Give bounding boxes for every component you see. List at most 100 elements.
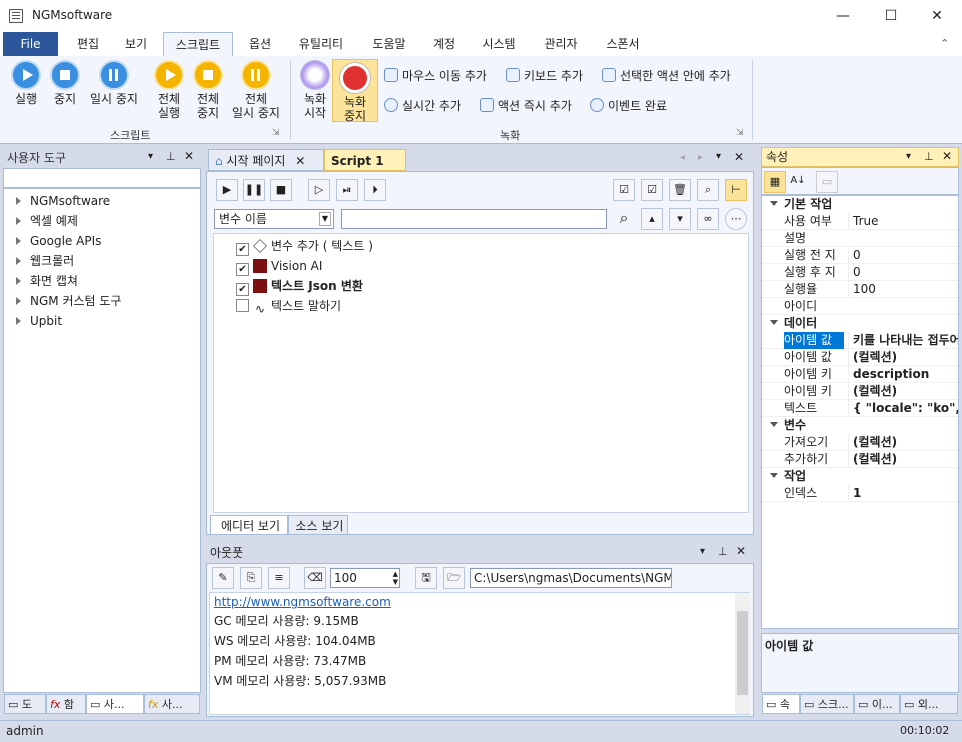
close-icon[interactable]: ✕ <box>914 0 960 32</box>
property-pages-icon[interactable]: ▭ <box>816 171 838 193</box>
menu-script[interactable]: 스크립트 <box>163 32 233 56</box>
stop-button[interactable]: 중지 <box>42 60 88 106</box>
tab-scroll-right-icon[interactable]: ▸ <box>698 152 703 163</box>
panel-dropdown-icon[interactable]: ▾ <box>906 151 911 162</box>
output-file-button[interactable]: ⎘ <box>240 567 262 589</box>
tree-item[interactable]: NGMsoftware <box>4 191 200 211</box>
script-node[interactable]: ∿ 텍스트 말하기 <box>236 296 748 316</box>
menu-utility[interactable]: 유틸리티 <box>290 32 352 56</box>
max-lines-stepper[interactable]: 100 ▲ ▼ <box>330 568 400 588</box>
website-link[interactable]: http://www.ngmsoftware.com <box>210 593 749 611</box>
panel-dropdown-icon[interactable]: ▾ <box>700 546 705 557</box>
script-node[interactable]: ✔ 변수 추가 ( 텍스트 ) <box>236 236 748 256</box>
add-in-selected-action-button[interactable]: 선택한 액션 안에 추가 <box>602 66 731 86</box>
add-realtime-button[interactable]: 실시간 추가 <box>384 96 461 116</box>
step-into-button[interactable]: ⏯ <box>336 179 358 201</box>
panel-close-icon[interactable]: ✕ <box>942 149 952 163</box>
right-tab-script[interactable]: ▭ 스크... <box>800 694 854 714</box>
prop-row[interactable]: 텍스트{ "locale": "ko", " <box>762 400 958 417</box>
pin-icon[interactable]: ⊥ <box>166 150 176 163</box>
tab-script-1[interactable]: Script 1 ✕ <box>324 149 406 190</box>
categorized-icon[interactable]: ▦ <box>764 171 786 193</box>
tab-close-icon[interactable]: ✕ <box>295 154 305 168</box>
tree-item[interactable]: 엑셀 예제 <box>4 211 200 231</box>
add-mouse-move-button[interactable]: 마우스 이동 추가 <box>384 66 487 86</box>
stepper-arrows-icon[interactable]: ▲ ▼ <box>393 570 398 586</box>
menu-edit[interactable]: 편집 <box>66 32 110 56</box>
script-node[interactable]: ✔ 텍스트 Json 변환 <box>236 276 748 296</box>
check-button[interactable]: ☑ <box>641 179 663 201</box>
right-tab-external[interactable]: ▭ 외... <box>900 694 958 714</box>
prop-category[interactable]: 기본 작업 <box>762 196 958 213</box>
panel-close-icon[interactable]: ✕ <box>184 149 194 163</box>
prop-row-selected[interactable]: 아이템 값 키를 나타내는 접두어 <box>762 332 958 349</box>
left-tab-tools[interactable]: ▭ 도 <box>4 694 46 714</box>
move-down-button[interactable]: ▾ <box>669 208 691 230</box>
node-checkbox[interactable]: ✔ <box>236 263 249 276</box>
menu-system[interactable]: 시스템 <box>474 32 524 56</box>
output-path-field[interactable]: C:\Users\ngmas\Documents\NGM6\ <box>470 568 672 588</box>
tool-search-input[interactable] <box>3 168 201 188</box>
sort-alpha-icon[interactable]: A↓ <box>787 171 809 193</box>
menu-sponsor[interactable]: 스폰서 <box>598 32 648 56</box>
prop-category[interactable]: 변수 <box>762 417 958 434</box>
delete-button[interactable]: 🗑 <box>669 179 691 201</box>
panel-close-icon[interactable]: ✕ <box>736 544 746 558</box>
record-group-launcher-icon[interactable]: ⇲ <box>736 128 744 138</box>
tab-list-icon[interactable]: ▾ <box>716 151 721 162</box>
stop-all-button[interactable]: 전체 중지 <box>185 60 231 120</box>
tree-item[interactable]: 웹크롤러 <box>4 251 200 271</box>
tab-scroll-left-icon[interactable]: ◂ <box>680 152 685 163</box>
clear-output-button[interactable]: ✎ <box>212 567 234 589</box>
node-checkbox[interactable]: ✔ <box>236 283 249 296</box>
prop-row[interactable]: 아이템 키 (컬렉션) <box>762 383 958 400</box>
tree-item[interactable]: Upbit <box>4 311 200 331</box>
more-icon[interactable]: ⋯ <box>725 208 747 230</box>
stop-script-button[interactable]: ■ <box>270 179 292 201</box>
variable-search-input[interactable] <box>341 209 607 229</box>
right-tab-image[interactable]: ▭ 이... <box>854 694 900 714</box>
add-keyboard-button[interactable]: 키보드 추가 <box>506 66 583 86</box>
prop-row[interactable]: 가져오기 (컬렉션) <box>762 434 958 451</box>
left-tab-user[interactable]: ▭ 사... <box>86 694 144 714</box>
prop-row[interactable]: 인덱스 1 <box>762 485 958 502</box>
menu-view[interactable]: 보기 <box>114 32 158 56</box>
prop-row[interactable]: 아이디 <box>762 298 958 315</box>
save-output-button[interactable]: 🖫 <box>415 567 437 589</box>
check-all-button[interactable]: ☑ <box>613 179 635 201</box>
variable-select[interactable]: 변수 이름 ▼ <box>214 209 334 229</box>
pause-script-button[interactable]: ❚❚ <box>243 179 265 201</box>
editor-close-icon[interactable]: ✕ <box>734 150 744 164</box>
node-checkbox[interactable]: ✔ <box>236 243 249 256</box>
menu-admin[interactable]: 관리자 <box>536 32 586 56</box>
prop-row[interactable]: 실행율 100 <box>762 281 958 298</box>
tab-start-page[interactable]: ⌂ 시작 페이지 ✕ <box>208 149 324 171</box>
prop-row[interactable]: 실행 전 지0 <box>762 247 958 264</box>
maximize-icon[interactable]: ☐ <box>868 0 914 32</box>
event-complete-button[interactable]: 이벤트 완료 <box>590 96 667 116</box>
pin-icon[interactable]: ⊥ <box>924 150 934 163</box>
prop-row[interactable]: 설명 <box>762 230 958 247</box>
left-tab-functions[interactable]: fx 함 <box>46 694 86 714</box>
prop-row[interactable]: 아이템 키 description <box>762 366 958 383</box>
node-checkbox[interactable] <box>236 299 249 312</box>
prop-row[interactable]: 실행 후 지0 <box>762 264 958 281</box>
tree-view-toggle[interactable]: ⊢ <box>725 179 747 201</box>
menu-options[interactable]: 옵션 <box>238 32 282 56</box>
prop-category[interactable]: 작업 <box>762 468 958 485</box>
tab-source-view[interactable]: 소스 보기 <box>288 515 348 535</box>
scrollbar-thumb[interactable] <box>737 611 748 695</box>
menu-account[interactable]: 계정 <box>424 32 464 56</box>
script-group-launcher-icon[interactable]: ⇲ <box>272 128 280 138</box>
prop-category[interactable]: 데이터 <box>762 315 958 332</box>
search-icon[interactable]: ⌕ <box>613 208 635 230</box>
prop-row[interactable]: 추가하기 (컬렉션) <box>762 451 958 468</box>
tab-editor-view[interactable]: 에디터 보기 <box>210 515 288 535</box>
output-list-button[interactable]: ≡ <box>268 567 290 589</box>
move-up-button[interactable]: ▴ <box>641 208 663 230</box>
tree-item[interactable]: NGM 커스텀 도구 <box>4 291 200 311</box>
add-action-now-button[interactable]: 액션 즉시 추가 <box>480 96 572 116</box>
loop-icon[interactable]: ∞ <box>697 208 719 230</box>
prop-row[interactable]: 사용 여부 True <box>762 213 958 230</box>
pause-button[interactable]: 일시 중지 <box>86 60 142 106</box>
